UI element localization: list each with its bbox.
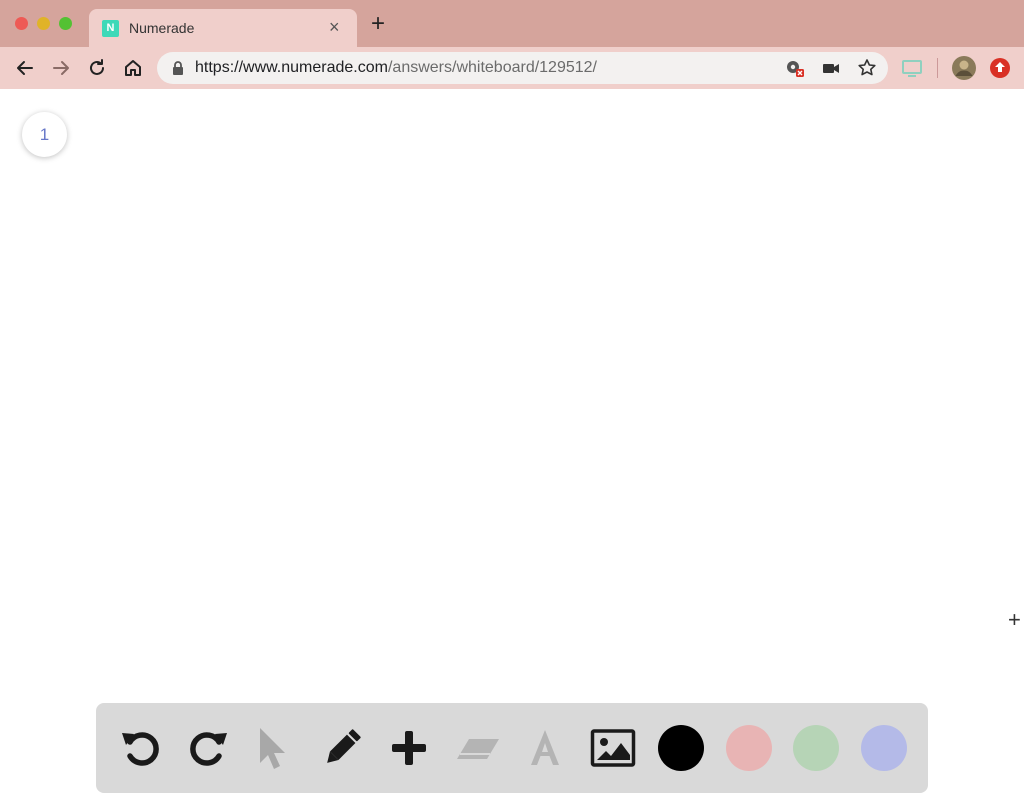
crosshair-cursor-icon: +: [1008, 607, 1021, 632]
new-tab-button[interactable]: +: [371, 12, 385, 36]
url-host: https://www.numerade.com: [195, 59, 388, 76]
browser-titlebar: N Numerade × +: [0, 0, 1024, 47]
tab-title: Numerade: [129, 20, 195, 36]
home-icon[interactable]: [121, 56, 145, 80]
eraser-icon[interactable]: [454, 725, 500, 771]
select-icon[interactable]: [252, 725, 298, 771]
extension-icon[interactable]: [898, 54, 926, 82]
color-swatch-green[interactable]: [793, 725, 839, 771]
forward-icon[interactable]: [49, 56, 73, 80]
pencil-icon[interactable]: [319, 725, 365, 771]
update-icon[interactable]: [986, 54, 1014, 82]
numerade-favicon-icon: N: [102, 20, 119, 37]
url-path: /answers/whiteboard/129512/: [387, 59, 597, 76]
color-swatch-red[interactable]: [726, 725, 772, 771]
color-swatch-blue[interactable]: [861, 725, 907, 771]
page-number-badge[interactable]: 1: [22, 112, 67, 157]
browser-toolbar: https://www.numerade.com/answers/whitebo…: [0, 47, 1024, 89]
camera-blocked-icon[interactable]: [784, 57, 806, 79]
reload-icon[interactable]: [85, 56, 109, 80]
minimize-window-button[interactable]: [37, 17, 50, 30]
whiteboard-toolbar: [96, 703, 928, 793]
add-icon[interactable]: [386, 725, 432, 771]
text-icon[interactable]: [522, 725, 568, 771]
undo-icon[interactable]: [118, 725, 164, 771]
star-icon[interactable]: [856, 57, 878, 79]
video-icon[interactable]: [820, 57, 842, 79]
toolbar-separator: [937, 58, 938, 78]
close-window-button[interactable]: [15, 17, 28, 30]
browser-tab[interactable]: N Numerade ×: [89, 9, 357, 47]
tab-close-icon[interactable]: ×: [329, 17, 340, 37]
image-icon[interactable]: [590, 725, 636, 771]
url-text[interactable]: https://www.numerade.com/answers/whitebo…: [195, 59, 597, 77]
address-bar[interactable]: https://www.numerade.com/answers/whitebo…: [157, 52, 888, 84]
color-swatch-black[interactable]: [658, 725, 704, 771]
profile-avatar[interactable]: [950, 54, 978, 82]
redo-icon[interactable]: [185, 725, 231, 771]
back-icon[interactable]: [13, 56, 37, 80]
lock-icon[interactable]: [171, 60, 185, 76]
maximize-window-button[interactable]: [59, 17, 72, 30]
